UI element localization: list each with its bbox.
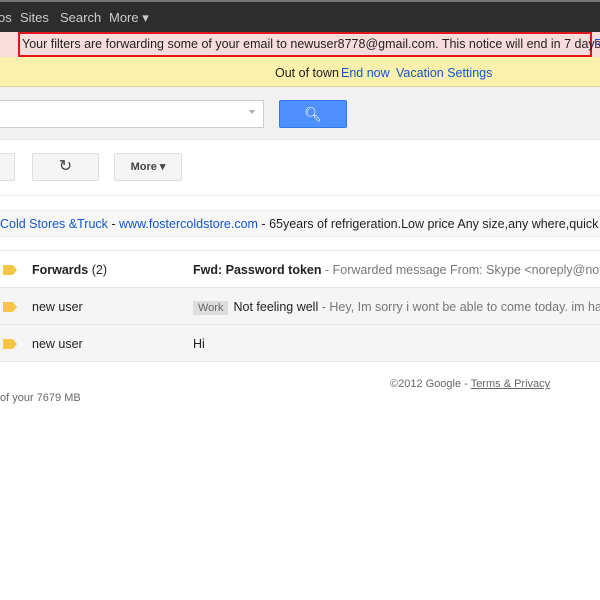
storage-usage: of your 7679 MB: [0, 392, 81, 404]
email-subject: Hi: [193, 337, 205, 351]
divider: [0, 195, 600, 196]
email-subject: Fwd: Password token - Forwarded message …: [193, 263, 600, 277]
select-button[interactable]: [0, 153, 15, 181]
label-work[interactable]: Work: [193, 301, 229, 315]
vacation-status: Out of town: [275, 66, 339, 80]
ad-line[interactable]: Cold Stores &Truck - www.fostercoldstore…: [0, 210, 600, 237]
terms-privacy-link[interactable]: Terms & Privacy: [471, 378, 550, 390]
notice-link[interactable]: R: [594, 37, 600, 51]
vacation-bar: Out of town End now Vacation Settings: [0, 57, 600, 87]
end-now-link[interactable]: End now: [341, 66, 390, 80]
topbar-item-apps[interactable]: os: [0, 10, 12, 25]
refresh-icon: ↻: [58, 158, 73, 175]
vacation-settings-link[interactable]: Vacation Settings: [396, 66, 492, 80]
separator: -: [107, 217, 120, 231]
email-sender: Forwards (2): [32, 263, 108, 277]
search-options-dropdown-icon[interactable]: [249, 110, 255, 114]
search-button[interactable]: 🔍︎: [279, 100, 347, 128]
email-row[interactable]: Forwards (2) Fwd: Password token - Forwa…: [0, 250, 600, 288]
ad-text: 65years of refrigeration.Low price Any s…: [269, 217, 600, 231]
ad-url[interactable]: www.fostercoldstore.com: [119, 217, 258, 231]
footer-copyright: ©2012 Google - Terms & Privacy: [390, 378, 551, 390]
google-top-bar: os Sites Search More ▾: [0, 0, 600, 32]
topbar-item-sites[interactable]: Sites: [20, 10, 49, 25]
refresh-button[interactable]: ↻: [32, 153, 99, 181]
forwarding-notice-text: Your filters are forwarding some of your…: [22, 37, 600, 51]
email-sender: new user: [32, 337, 83, 351]
ad-title[interactable]: Cold Stores &Truck: [0, 217, 108, 231]
search-icon: 🔍︎: [304, 106, 322, 122]
topbar-item-search[interactable]: Search: [60, 10, 101, 25]
importance-marker-icon[interactable]: [3, 339, 17, 349]
email-sender: new user: [32, 300, 83, 314]
email-subject: Work Not feeling well - Hey, Im sorry i w…: [193, 300, 600, 315]
more-button[interactable]: More ▾: [114, 153, 182, 181]
separator: -: [257, 217, 270, 231]
email-row[interactable]: new user Hi: [0, 324, 600, 362]
topbar-item-more[interactable]: More ▾: [109, 10, 149, 26]
email-row[interactable]: new user Work Not feeling well - Hey, Im …: [0, 287, 600, 325]
importance-marker-icon[interactable]: [3, 265, 17, 275]
importance-marker-icon[interactable]: [3, 302, 17, 312]
search-input[interactable]: [0, 100, 264, 128]
